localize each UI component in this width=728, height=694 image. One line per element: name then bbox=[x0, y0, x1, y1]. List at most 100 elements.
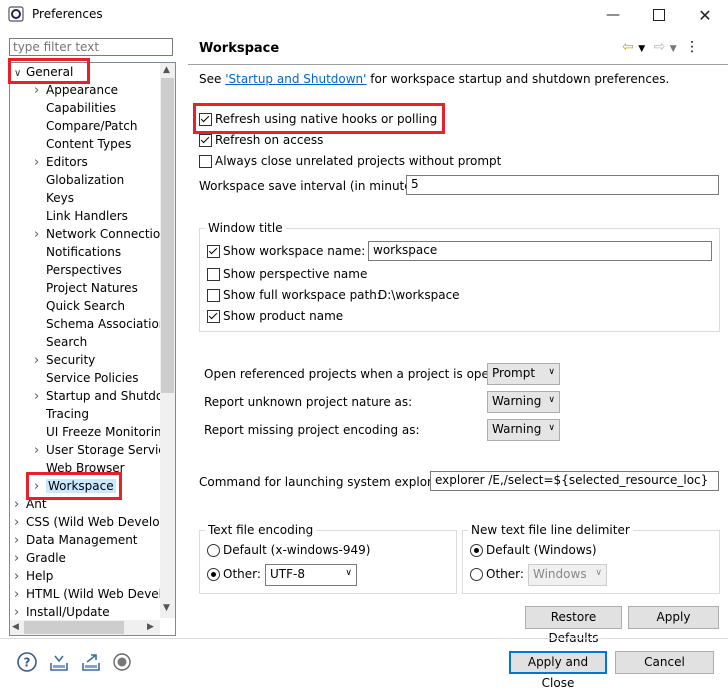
tree-item-label: Quick Search bbox=[46, 299, 125, 313]
chevron-right-icon[interactable]: › bbox=[14, 514, 26, 532]
tree-hscroll-thumb[interactable] bbox=[24, 621, 124, 634]
import-icon[interactable] bbox=[48, 651, 70, 673]
show-perspective-label: Show perspective name bbox=[223, 267, 368, 281]
scroll-left-icon[interactable]: ◀ bbox=[12, 622, 19, 632]
close-window-button[interactable]: ✕ bbox=[682, 0, 728, 30]
tree-item[interactable]: Schema Associations bbox=[34, 315, 173, 333]
tree-item[interactable]: Keys bbox=[34, 189, 74, 207]
apply-button[interactable]: Apply bbox=[628, 606, 719, 629]
record-icon[interactable] bbox=[111, 651, 133, 673]
tree-item[interactable]: Content Types bbox=[34, 135, 131, 153]
startup-shutdown-link[interactable]: 'Startup and Shutdown' bbox=[225, 72, 366, 86]
chevron-right-icon[interactable]: › bbox=[14, 532, 26, 550]
maximize-button[interactable] bbox=[636, 0, 682, 30]
highlight-refresh-native bbox=[193, 103, 445, 134]
tree-item[interactable]: UI Freeze Monitoring bbox=[34, 423, 169, 441]
tree-item[interactable]: Compare/Patch bbox=[34, 117, 137, 135]
tree-vertical-scrollbar[interactable]: ▲ ▼ bbox=[160, 63, 175, 618]
chevron-right-icon[interactable]: › bbox=[14, 586, 26, 604]
enc-other-radio[interactable] bbox=[207, 568, 220, 581]
tree-scroll-thumb[interactable] bbox=[161, 78, 174, 393]
delim-other-radio[interactable] bbox=[470, 568, 483, 581]
minimize-button[interactable]: — bbox=[590, 0, 636, 30]
back-arrow-icon[interactable]: ⇦ bbox=[622, 39, 634, 55]
show-perspective-checkbox[interactable] bbox=[207, 268, 220, 281]
tree-item[interactable]: Notifications bbox=[34, 243, 121, 261]
chevron-right-icon[interactable]: › bbox=[14, 496, 26, 514]
tree-item[interactable]: Globalization bbox=[34, 171, 124, 189]
help-icon[interactable]: ? bbox=[16, 651, 38, 673]
cancel-button[interactable]: Cancel bbox=[615, 651, 714, 674]
tree-item[interactable]: Perspectives bbox=[34, 261, 122, 279]
tree-item[interactable]: › Startup and Shutdown bbox=[34, 387, 175, 406]
always-close-label: Always close unrelated projects without … bbox=[215, 154, 502, 168]
tree-item[interactable]: Quick Search bbox=[34, 297, 125, 315]
chevron-right-icon[interactable]: › bbox=[14, 550, 26, 568]
forward-menu-icon[interactable]: ▼ bbox=[670, 44, 677, 54]
filter-input[interactable] bbox=[9, 38, 173, 56]
delim-default-radio[interactable] bbox=[470, 544, 483, 557]
tree-item[interactable]: Capabilities bbox=[34, 99, 116, 117]
chevron-right-icon[interactable]: › bbox=[14, 568, 26, 586]
scroll-up-icon[interactable]: ▲ bbox=[163, 65, 170, 75]
tree-item[interactable]: › Gradle bbox=[14, 549, 66, 567]
chevron-right-icon[interactable]: › bbox=[34, 388, 46, 406]
tree-item[interactable]: ›HTML (Wild Web Developer) bbox=[14, 585, 175, 604]
open-ref-value: Prompt bbox=[492, 366, 536, 380]
forward-arrow-icon[interactable]: ⇨ bbox=[654, 39, 666, 55]
explorer-command-input[interactable]: explorer /E,/select=${selected_resource_… bbox=[430, 471, 719, 491]
close-icon: ✕ bbox=[698, 5, 712, 25]
unknown-nature-select[interactable]: Warning ∨ bbox=[487, 391, 560, 413]
back-menu-icon[interactable]: ▼ bbox=[638, 44, 645, 54]
chevron-right-icon[interactable]: › bbox=[34, 442, 46, 460]
chevron-right-icon[interactable]: › bbox=[34, 154, 46, 172]
show-full-path-checkbox[interactable] bbox=[207, 289, 220, 302]
tree-item-label: Search bbox=[46, 335, 88, 349]
save-interval-input[interactable]: 5 bbox=[406, 175, 719, 195]
chevron-right-icon[interactable]: › bbox=[34, 352, 46, 370]
tree-item[interactable]: Search bbox=[34, 333, 87, 351]
apply-and-close-button[interactable]: Apply and Close bbox=[509, 651, 607, 690]
chevron-right-icon[interactable]: › bbox=[34, 226, 46, 244]
open-ref-select[interactable]: Prompt ∨ bbox=[487, 363, 560, 385]
tree-item[interactable]: › Help bbox=[14, 567, 53, 585]
show-full-path-label: Show full workspace path: bbox=[223, 288, 381, 302]
tree-item[interactable]: › Security bbox=[34, 351, 95, 369]
tree-item[interactable]: Project Natures bbox=[34, 279, 138, 297]
show-product-checkbox[interactable] bbox=[207, 310, 220, 323]
scroll-down-icon[interactable]: ▼ bbox=[163, 603, 170, 613]
tree-item[interactable]: › Network Connection bbox=[34, 225, 168, 243]
tree-item[interactable]: Link Handlers bbox=[34, 207, 128, 225]
enc-other-select[interactable]: UTF-8 ∨ bbox=[265, 564, 357, 586]
header-separator bbox=[188, 64, 728, 65]
preference-tree[interactable]: ∨ General › Appearance Capabilities Compare/P… bbox=[9, 62, 176, 636]
tree-item[interactable]: › Data Management bbox=[14, 531, 138, 549]
restore-defaults-button[interactable]: Restore Defaults bbox=[525, 606, 622, 645]
always-close-checkbox[interactable] bbox=[199, 155, 212, 168]
full-path-value: D:\workspace bbox=[378, 288, 460, 302]
footer-separator bbox=[0, 638, 728, 639]
show-ws-name-checkbox[interactable] bbox=[207, 245, 220, 258]
maximize-icon bbox=[653, 9, 665, 21]
tree-item[interactable]: › CSS (Wild Web Developer) bbox=[14, 513, 175, 532]
more-options-icon[interactable]: ⋮ bbox=[685, 39, 699, 55]
delim-other-select: Windows ∨ bbox=[528, 564, 607, 586]
chevron-down-icon: ∨ bbox=[595, 568, 602, 578]
tree-item[interactable]: › User Storage Service bbox=[34, 441, 172, 459]
tree-item-label: Link Handlers bbox=[46, 209, 128, 223]
tree-horizontal-scrollbar[interactable]: ◀ ▶ bbox=[10, 620, 160, 635]
chevron-down-icon: ∨ bbox=[345, 568, 352, 578]
export-icon[interactable] bbox=[80, 651, 102, 673]
enc-default-radio[interactable] bbox=[207, 544, 220, 557]
missing-enc-select[interactable]: Warning ∨ bbox=[487, 419, 560, 441]
tree-item[interactable]: Service Policies bbox=[34, 369, 139, 387]
tree-item-label: Help bbox=[26, 569, 54, 583]
refresh-access-checkbox[interactable] bbox=[199, 134, 212, 147]
chevron-right-icon[interactable]: › bbox=[34, 82, 46, 100]
tree-item[interactable]: Tracing bbox=[34, 405, 89, 423]
tree-item[interactable]: › Editors bbox=[34, 153, 88, 171]
ws-name-input[interactable]: workspace bbox=[368, 241, 712, 261]
scroll-right-icon[interactable]: ▶ bbox=[147, 622, 154, 632]
tree-item[interactable]: › Install/Update bbox=[14, 603, 110, 621]
minimize-icon: — bbox=[606, 7, 620, 23]
